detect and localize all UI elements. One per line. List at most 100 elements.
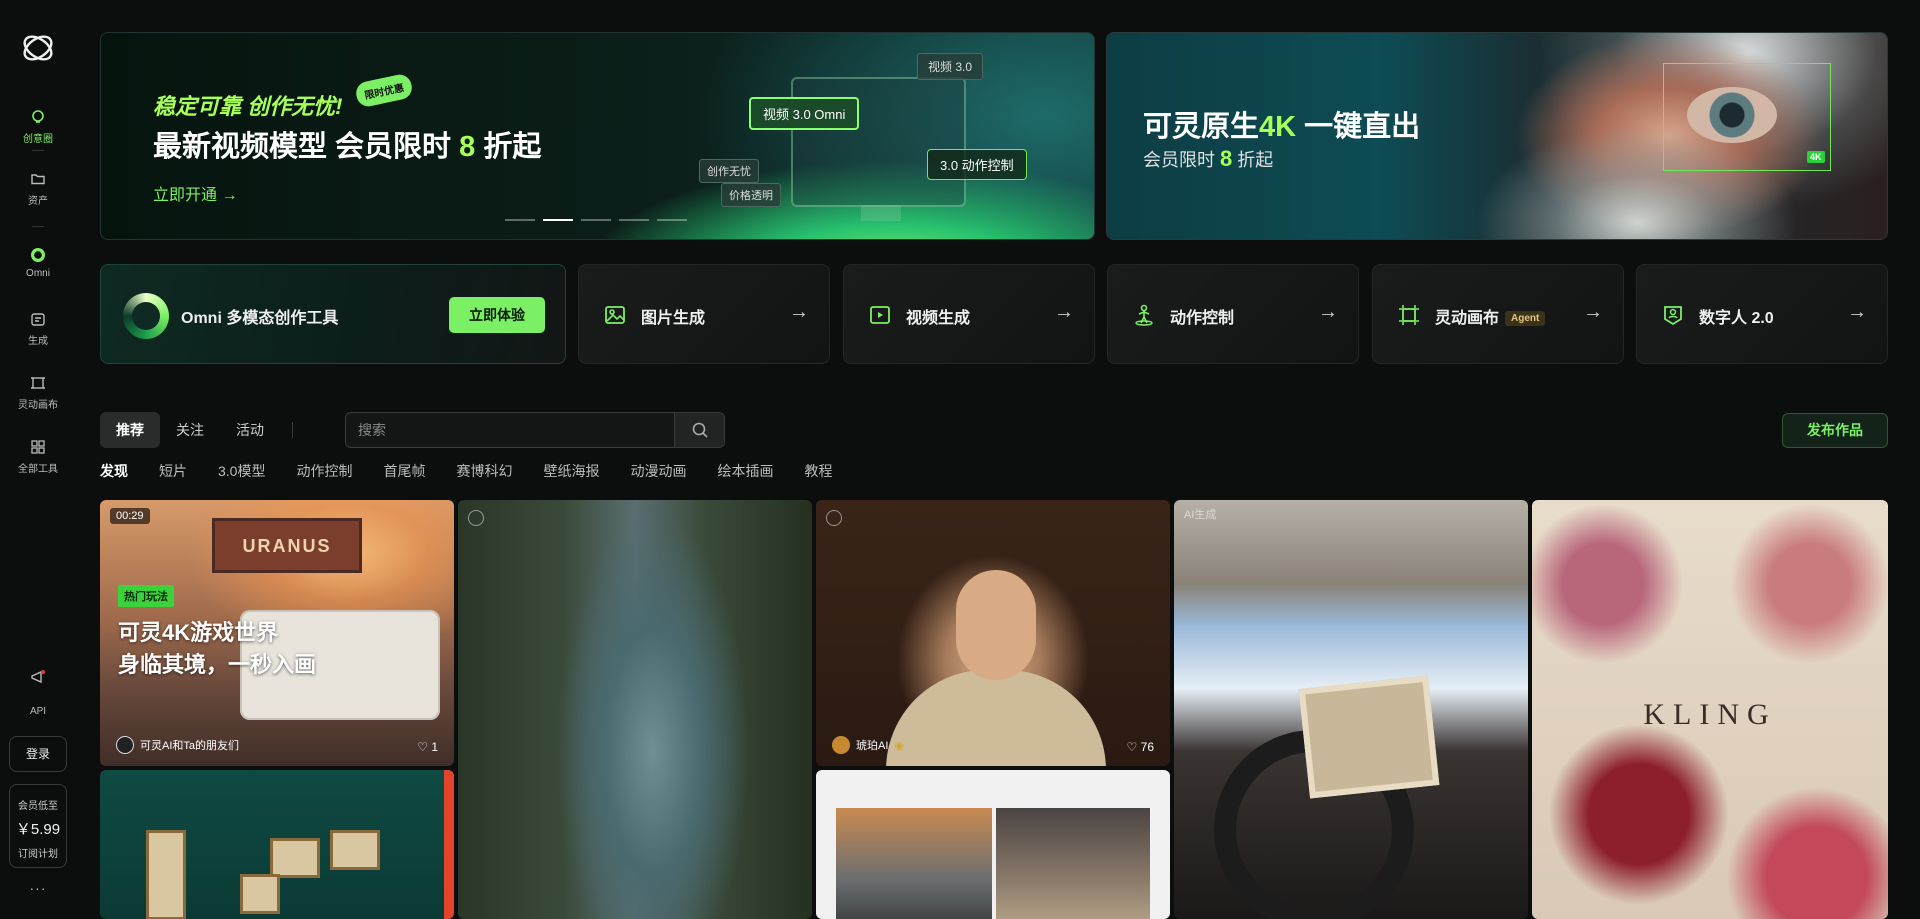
tag-price: 价格透明 (721, 183, 781, 207)
card-title: 可灵4K游戏世界身临其境，一秒入画 (118, 617, 316, 681)
billboard-illustration: URANUS (212, 518, 362, 573)
tool-card-canvas[interactable]: 灵动画布 Agent → (1372, 264, 1624, 364)
sidebar-item-label: 全部工具 (18, 464, 58, 475)
feed-card-historical-man[interactable]: 琥珀AI ◉ ♡ 76 (816, 500, 1170, 766)
feed-tabs: 推荐 关注 活动 (100, 412, 305, 448)
banner-subtitle: 稳定可靠 创作无忧! (153, 94, 343, 119)
like-count[interactable]: ♡ 76 (1127, 740, 1154, 754)
kling-logo[interactable] (20, 30, 56, 66)
category-anime[interactable]: 动漫动画 (630, 461, 686, 481)
banner-sub-discount: 8 (1220, 146, 1233, 171)
banner-title-highlight: 4K (1259, 111, 1297, 143)
category-motion-control[interactable]: 动作控制 (296, 461, 352, 481)
tool-card-digital-human[interactable]: 数字人 2.0 → (1636, 264, 1888, 364)
category-short-film[interactable]: 短片 (159, 461, 187, 481)
category-first-last-frame[interactable]: 首尾帧 (383, 461, 425, 481)
category-picture-book[interactable]: 绘本插画 (717, 461, 773, 481)
avatar (832, 736, 850, 754)
tab-following[interactable]: 关注 (160, 412, 220, 448)
image-icon (605, 306, 625, 324)
agent-tag: Agent (1505, 311, 1546, 326)
arrow-right-icon: → (1847, 301, 1867, 323)
search-input[interactable] (358, 413, 658, 447)
tab-recommended[interactable]: 推荐 (100, 412, 160, 448)
carousel-dot[interactable] (619, 219, 649, 221)
try-now-button[interactable]: 立即体验 (449, 297, 545, 333)
banner-sub-suffix: 折起 (1232, 150, 1274, 170)
card-title-line2: 身临其境，一秒入画 (118, 652, 317, 677)
sidebar-item-omni[interactable]: Omni (0, 246, 76, 279)
tool-label: 动作控制 (1170, 310, 1235, 327)
tool-card-omni[interactable]: Omni 多模态创作工具 立即体验 (100, 264, 566, 364)
feed-card-car-interior[interactable]: AI生成 (1174, 500, 1528, 919)
sidebar-item-label: 资产 (28, 196, 48, 207)
feed-card-river-aerial[interactable] (458, 500, 812, 919)
login-button[interactable]: 登录 (9, 736, 67, 772)
carousel-dot[interactable] (505, 219, 535, 221)
category-wallpaper[interactable]: 壁纸海报 (543, 461, 599, 481)
search-box (345, 412, 725, 448)
sidebar-item-assets[interactable]: 资产 (0, 170, 76, 207)
sidebar-item-all-tools[interactable]: 全部工具 (0, 438, 76, 475)
category-3-model[interactable]: 3.0模型 (218, 461, 265, 481)
banner-title: 最新视频模型 会员限时 8 折起 (153, 123, 541, 165)
sidebar-divider (32, 150, 44, 151)
sidebar-item-notifications[interactable] (0, 668, 76, 690)
play-icon (468, 510, 484, 526)
tag-creation: 创作无忧 (699, 159, 759, 183)
sidebar: 创意圈 资产 Omni 生成 灵动画布 全部工具 API 登录 会员低至 ￥5.… (0, 0, 76, 919)
activate-now-link[interactable]: 立即开通 → (153, 181, 237, 205)
feed-card-gallery-wall[interactable] (100, 770, 454, 919)
4k-badge: 4K (1807, 151, 1825, 163)
category-discover[interactable]: 发现 (100, 461, 128, 481)
feed-card-sports-car[interactable] (816, 770, 1170, 919)
play-icon (826, 510, 842, 526)
banner-sub-text: 会员限时 (1143, 150, 1221, 170)
canvas-icon (31, 377, 45, 389)
banner-title-suffix: 一键直出 (1296, 111, 1421, 143)
subscription-promo[interactable]: 会员低至 ￥5.99 订阅计划 (9, 784, 67, 868)
promo-banner-4k[interactable]: 可灵原生4K 一键直出 会员限时 8 折起 4K (1106, 32, 1888, 240)
omni-logo-icon (123, 293, 169, 339)
tool-card-image-generation[interactable]: 图片生成 → (578, 264, 830, 364)
card-author[interactable]: 琥珀AI ◉ (832, 736, 904, 754)
car-photo-right (996, 808, 1150, 919)
sidebar-item-api[interactable]: API (0, 706, 76, 717)
category-cyber-scifi[interactable]: 赛博科幻 (456, 461, 512, 481)
publish-work-button[interactable]: 发布作品 (1782, 413, 1888, 448)
feed-card-game-world[interactable]: URANUS 00:29 热门玩法 可灵4K游戏世界 身临其境，一秒入画 可灵AI… (100, 500, 454, 766)
search-button[interactable] (674, 413, 724, 447)
more-menu-button[interactable]: ··· (0, 880, 76, 896)
sidebar-item-creative-circle[interactable]: 创意圈 (0, 108, 76, 145)
limited-offer-badge: 限时优惠 (354, 72, 414, 109)
car-photo-left (836, 808, 992, 919)
sidebar-item-canvas[interactable]: 灵动画布 (0, 374, 76, 411)
frame-illustration (146, 830, 186, 919)
tool-card-video-generation[interactable]: 视频生成 → (843, 264, 1095, 364)
like-count[interactable]: ♡ 1 (417, 740, 438, 754)
tool-label: 数字人 2.0 (1699, 310, 1774, 327)
banner-title-discount: 8 (459, 131, 476, 163)
carousel-dots[interactable] (505, 219, 687, 221)
carousel-dot[interactable] (657, 219, 687, 221)
card-title-line1: 可灵4K游戏世界 (118, 620, 279, 645)
promo-line2: 订阅计划 (18, 849, 58, 860)
photo-illustration (1298, 675, 1440, 799)
arrow-right-icon: → (1583, 301, 1603, 323)
author-name: 琥珀AI (856, 740, 889, 752)
carousel-dot-active[interactable] (543, 219, 573, 221)
sidebar-item-generate[interactable]: 生成 (0, 310, 76, 347)
curtain-illustration (444, 770, 454, 919)
promo-price: ￥5.99 (15, 821, 61, 838)
motion-figure-icon (1135, 304, 1153, 326)
category-bar: 发现 短片 3.0模型 动作控制 首尾帧 赛博科幻 壁纸海报 动漫动画 绘本插画… (100, 461, 863, 481)
bulb-icon (32, 110, 44, 123)
feed-card-kling-floral[interactable]: KLING (1532, 500, 1888, 919)
card-author[interactable]: 可灵AI和Ta的朋友们 (116, 736, 239, 754)
author-name: 可灵AI和Ta的朋友们 (140, 740, 240, 752)
tab-events[interactable]: 活动 (220, 412, 280, 448)
tool-card-motion-control[interactable]: 动作控制 → (1107, 264, 1359, 364)
promo-banner-video-model[interactable]: 稳定可靠 创作无忧! 限时优惠 最新视频模型 会员限时 8 折起 立即开通 → … (100, 32, 1095, 240)
category-tutorial[interactable]: 教程 (804, 461, 832, 481)
carousel-dot[interactable] (581, 219, 611, 221)
